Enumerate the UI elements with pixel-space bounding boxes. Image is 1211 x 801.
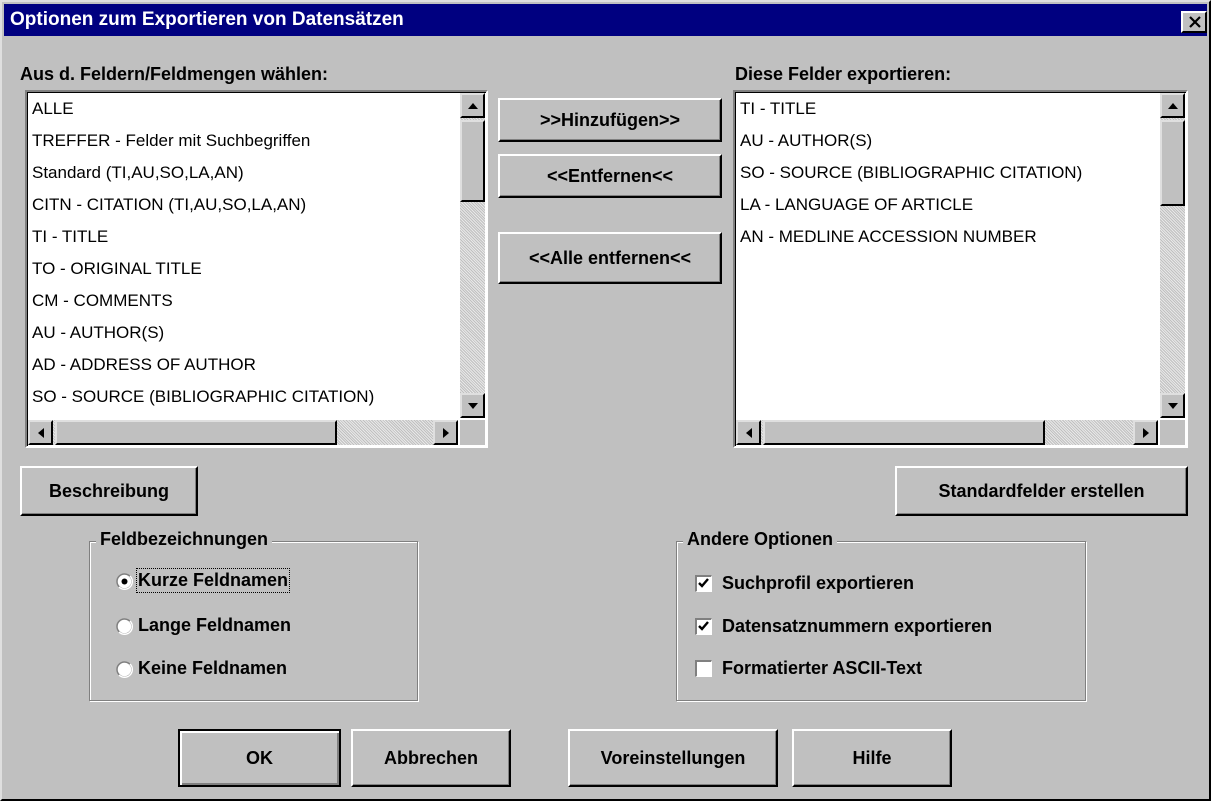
horizontal-scrollbar[interactable] (28, 420, 458, 445)
checkbox-label[interactable]: Formatierter ASCII-Text (722, 658, 922, 679)
list-item[interactable]: TI - TITLE (738, 93, 1158, 125)
arrow-right-icon (1142, 427, 1149, 438)
arrow-left-icon (37, 427, 44, 438)
scroll-left-button[interactable] (736, 420, 761, 445)
scroll-thumb[interactable] (1160, 120, 1185, 206)
list-item[interactable]: AU - AUTHOR(S) (738, 125, 1158, 157)
close-button[interactable] (1181, 11, 1207, 33)
title-bar: Optionen zum Exportieren von Datensätzen (4, 4, 1207, 36)
checkbox-label[interactable]: Suchprofil exportieren (722, 573, 914, 594)
defaults-button[interactable]: Voreinstellungen (568, 729, 778, 787)
help-button[interactable]: Hilfe (792, 729, 952, 787)
arrow-down-icon (467, 402, 478, 409)
arrow-down-icon (1167, 402, 1178, 409)
scroll-corner (460, 420, 485, 445)
scroll-corner (1160, 420, 1185, 445)
close-icon (1189, 16, 1201, 28)
add-button[interactable]: >>Hinzufügen>> (498, 98, 722, 142)
list-item[interactable]: ALLE (30, 93, 458, 125)
arrow-right-icon (442, 427, 449, 438)
radio-label[interactable]: Kurze Feldnamen (135, 568, 291, 593)
field-labels-group-title: Feldbezeichnungen (96, 529, 273, 550)
list-item[interactable]: AD - ADDRESS OF AUTHOR (30, 349, 458, 381)
list-item[interactable]: CITN - CITATION (TI,AU,SO,LA,AN) (30, 189, 458, 221)
radio-empty-icon[interactable] (116, 661, 133, 678)
radio-empty-icon[interactable] (116, 618, 133, 635)
window-title: Optionen zum Exportieren von Datensätzen (10, 9, 404, 30)
arrow-up-icon (1167, 102, 1178, 109)
arrow-up-icon (467, 102, 478, 109)
list-item[interactable]: LA - LANGUAGE OF ARTICLE (738, 189, 1158, 221)
list-item[interactable]: SO - SOURCE (BIBLIOGRAPHIC CITATION) (738, 157, 1158, 189)
list-item[interactable]: Standard (TI,AU,SO,LA,AN) (30, 157, 458, 189)
export-fields-listbox[interactable]: TI - TITLE AU - AUTHOR(S) SO - SOURCE (BIB… (733, 90, 1188, 448)
remove-button[interactable]: <<Entfernen<< (498, 154, 722, 198)
scroll-right-button[interactable] (433, 420, 458, 445)
radio-selected-icon[interactable] (116, 573, 133, 590)
right-list-label: Diese Felder exportieren: (735, 64, 952, 84)
available-fields-items: ALLE TREFFER - Felder mit Suchbegriffen St… (30, 93, 458, 418)
list-item[interactable]: SO - SOURCE (BIBLIOGRAPHIC CITATION) (30, 381, 458, 413)
checkbox-label[interactable]: Datensatznummern exportieren (722, 616, 992, 637)
radio-label[interactable]: Lange Feldnamen (138, 615, 291, 636)
cancel-button[interactable]: Abbrechen (351, 729, 511, 787)
scroll-up-button[interactable] (1160, 93, 1185, 118)
vertical-scrollbar[interactable] (460, 93, 485, 418)
scroll-thumb[interactable] (55, 420, 337, 445)
export-fields-items: TI - TITLE AU - AUTHOR(S) SO - SOURCE (BIB… (738, 93, 1158, 418)
ok-button[interactable]: OK (178, 729, 341, 787)
available-fields-listbox[interactable]: ALLE TREFFER - Felder mit Suchbegriffen St… (25, 90, 488, 448)
list-item[interactable]: AN - MEDLINE ACCESSION NUMBER (738, 221, 1158, 253)
description-button[interactable]: Beschreibung (20, 466, 198, 516)
horizontal-scrollbar[interactable] (736, 420, 1158, 445)
list-item[interactable]: AU - AUTHOR(S) (30, 317, 458, 349)
scroll-up-button[interactable] (460, 93, 485, 118)
vertical-scrollbar[interactable] (1160, 93, 1185, 418)
scroll-thumb[interactable] (460, 120, 485, 202)
checkbox-checked-icon[interactable] (695, 575, 712, 592)
other-options-group-title: Andere Optionen (683, 529, 838, 550)
checkbox-checked-icon[interactable] (695, 618, 712, 635)
scroll-thumb[interactable] (763, 420, 1045, 445)
list-item[interactable]: TREFFER - Felder mit Suchbegriffen (30, 125, 458, 157)
scroll-right-button[interactable] (1133, 420, 1158, 445)
create-default-fields-button[interactable]: Standardfelder erstellen (895, 466, 1188, 516)
scroll-down-button[interactable] (1160, 393, 1185, 418)
checkbox-empty-icon[interactable] (695, 660, 712, 677)
arrow-left-icon (745, 427, 752, 438)
list-item[interactable]: TI - TITLE (30, 221, 458, 253)
export-options-dialog: Optionen zum Exportieren von Datensätzen… (0, 0, 1211, 801)
list-item[interactable]: CM - COMMENTS (30, 285, 458, 317)
list-item[interactable]: TO - ORIGINAL TITLE (30, 253, 458, 285)
scroll-left-button[interactable] (28, 420, 53, 445)
remove-all-button[interactable]: <<Alle entfernen<< (498, 232, 722, 284)
radio-label[interactable]: Keine Feldnamen (138, 658, 287, 679)
scroll-down-button[interactable] (460, 393, 485, 418)
left-list-label: Aus d. Feldern/Feldmengen wählen: (20, 64, 329, 84)
